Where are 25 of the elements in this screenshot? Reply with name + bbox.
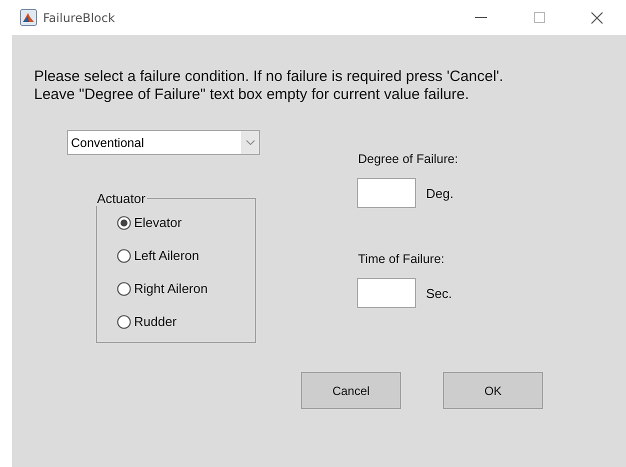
ok-button[interactable]: OK bbox=[443, 372, 543, 409]
chevron-down-icon bbox=[246, 140, 254, 145]
close-icon[interactable] bbox=[591, 12, 603, 24]
window-title: FailureBlock bbox=[43, 10, 116, 24]
radio-label[interactable]: Right Aileron bbox=[134, 281, 208, 296]
dropdown[interactable]: Conventional bbox=[67, 130, 260, 155]
radio-button[interactable] bbox=[117, 314, 131, 328]
unit-label: Sec. bbox=[426, 286, 452, 300]
cancel-button[interactable]: Cancel bbox=[301, 372, 401, 409]
radio-label[interactable]: Elevator bbox=[134, 215, 182, 230]
radio-label[interactable]: Left Aileron bbox=[134, 248, 200, 263]
group-title: Actuator bbox=[96, 191, 146, 206]
radio-button[interactable] bbox=[117, 282, 131, 296]
input-field[interactable] bbox=[357, 178, 416, 208]
minimize-icon[interactable] bbox=[475, 16, 487, 18]
radio-label[interactable]: Rudder bbox=[134, 314, 177, 329]
radio-button[interactable] bbox=[117, 248, 131, 262]
instruction-text: Leave "Degree of Failure" text box empty for current value failure. bbox=[34, 86, 470, 104]
field-label: Time of Failure: bbox=[358, 252, 446, 266]
unit-label: Deg. bbox=[426, 186, 454, 200]
instruction-text: Please select a failure condition. If no failure is required press 'Cancel'. bbox=[34, 68, 504, 86]
field-label: Degree of Failure: bbox=[358, 152, 458, 166]
radio-button[interactable] bbox=[117, 216, 131, 230]
input-field[interactable] bbox=[357, 278, 416, 308]
app-icon bbox=[20, 9, 37, 26]
